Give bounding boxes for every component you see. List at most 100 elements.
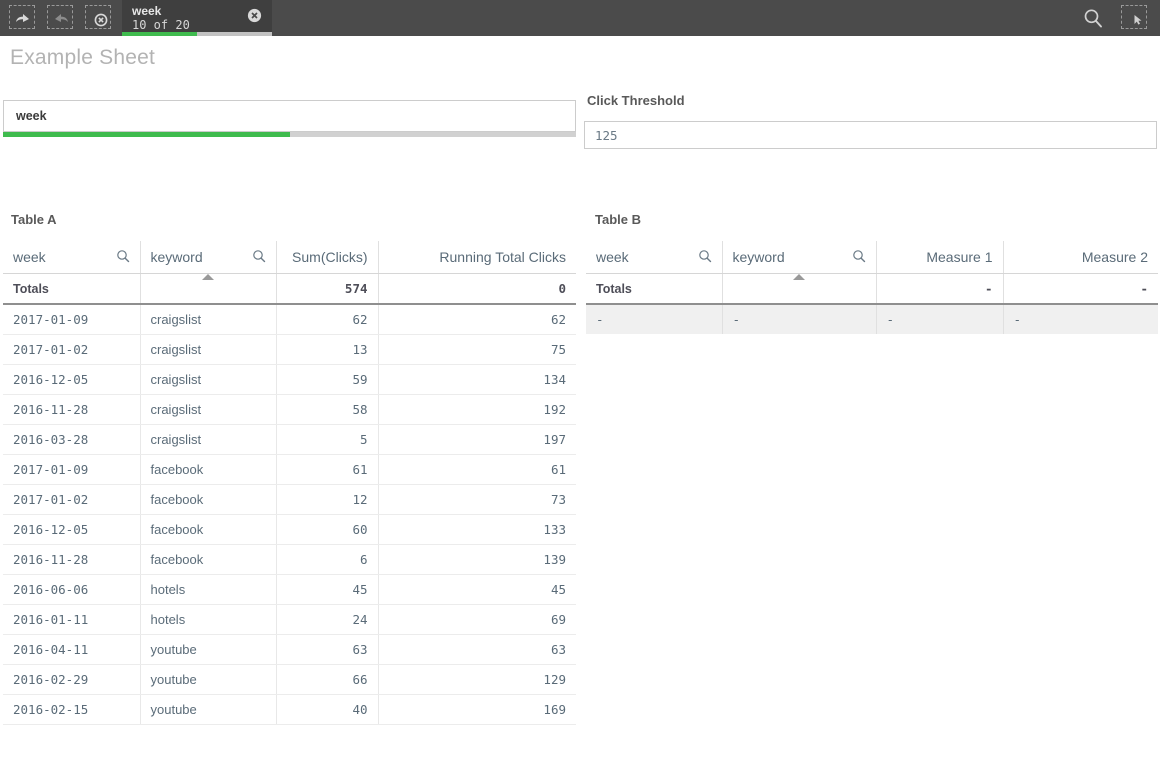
column-label: keyword	[150, 249, 203, 265]
column-header-keyword[interactable]: keyword	[722, 241, 877, 280]
table-row[interactable]: 2016-12-05 craigslist 59 134	[3, 364, 576, 395]
cell-week[interactable]: 2016-06-06	[3, 574, 141, 605]
smart-search-button[interactable]	[1076, 4, 1110, 32]
cell-keyword[interactable]: craigslist	[140, 304, 277, 335]
cell-measure-1: -	[876, 304, 1004, 334]
selections-tool-icon	[1134, 15, 1142, 25]
cell-sum-clicks: 12	[276, 484, 379, 515]
search-icon[interactable]	[116, 249, 130, 266]
cell-keyword[interactable]: youtube	[140, 634, 277, 665]
cell-keyword[interactable]: facebook	[140, 544, 277, 575]
filter-pane-week[interactable]: week	[3, 100, 576, 132]
toolbar-right-group	[1076, 0, 1160, 36]
search-icon[interactable]	[698, 249, 712, 266]
cell-keyword[interactable]: facebook	[140, 484, 277, 515]
cell-running-total: 197	[378, 424, 576, 455]
cell-sum-clicks: 60	[276, 514, 379, 545]
cell-measure-2: -	[1003, 304, 1158, 334]
sort-ascending-indicator	[202, 274, 214, 280]
clear-all-selections-button[interactable]	[82, 4, 116, 32]
table-a: week keyword Sum(Clicks) Running Total C…	[3, 241, 576, 725]
search-icon[interactable]	[852, 249, 866, 266]
column-label: Sum(Clicks)	[292, 249, 368, 265]
column-header-week[interactable]: week	[3, 241, 141, 274]
cell-running-total: 69	[378, 604, 576, 635]
cell-keyword[interactable]: craigslist	[140, 364, 277, 395]
cell-keyword[interactable]: youtube	[140, 694, 277, 725]
table-row[interactable]: 2016-03-28 craigslist 5 197	[3, 424, 576, 455]
column-header-running-total-clicks[interactable]: Running Total Clicks	[378, 241, 576, 274]
selection-progress-fill	[122, 32, 197, 36]
cell-sum-clicks: 59	[276, 364, 379, 395]
cell-week[interactable]: 2017-01-02	[3, 334, 141, 365]
cell-running-total: 139	[378, 544, 576, 575]
table-a-totals-row: Totals 574 0	[3, 273, 576, 305]
cell-keyword[interactable]: craigslist	[140, 394, 277, 425]
sort-ascending-indicator	[793, 274, 805, 280]
selection-tab-week[interactable]: week 10 of 20	[122, 0, 272, 36]
cell-keyword[interactable]: craigslist	[140, 334, 277, 365]
table-row[interactable]: 2016-02-29 youtube 66 129	[3, 664, 576, 695]
cell-week[interactable]: 2016-02-29	[3, 664, 141, 695]
table-row[interactable]: 2017-01-09 facebook 61 61	[3, 454, 576, 485]
search-icon	[1084, 9, 1102, 28]
cell-week[interactable]: 2016-11-28	[3, 394, 141, 425]
table-row[interactable]: 2016-11-28 craigslist 58 192	[3, 394, 576, 425]
cell-sum-clicks: 40	[276, 694, 379, 725]
cell-week[interactable]: 2016-04-11	[3, 634, 141, 665]
cell-running-total: 45	[378, 574, 576, 605]
cell-keyword[interactable]: craigslist	[140, 424, 277, 455]
cell-week[interactable]: 2016-11-28	[3, 544, 141, 575]
close-circle-icon	[247, 8, 262, 23]
cell-keyword[interactable]: facebook	[140, 514, 277, 545]
table-b-body: ----	[586, 304, 1158, 334]
table-row[interactable]: 2017-01-02 craigslist 13 75	[3, 334, 576, 365]
table-row[interactable]: 2016-12-05 facebook 60 133	[3, 514, 576, 545]
cell-week[interactable]: 2016-02-15	[3, 694, 141, 725]
cell-sum-clicks: 6	[276, 544, 379, 575]
cell-running-total: 75	[378, 334, 576, 365]
cell-sum-clicks: 13	[276, 334, 379, 365]
cell-sum-clicks: 61	[276, 454, 379, 485]
table-a-body: 2017-01-09 craigslist 62 62 2017-01-02 craigs…	[3, 304, 576, 725]
redo-button[interactable]	[44, 4, 78, 32]
cell-running-total: 62	[378, 304, 576, 335]
cell-week[interactable]: 2016-03-28	[3, 424, 141, 455]
selections-tool-button[interactable]	[1118, 4, 1152, 32]
cell-running-total: 169	[378, 694, 576, 725]
cell-week[interactable]: 2016-01-11	[3, 604, 141, 635]
cell-week[interactable]: 2017-01-09	[3, 304, 141, 335]
undo-button[interactable]	[6, 4, 40, 32]
totals-label: Totals	[586, 273, 723, 305]
column-header-measure-1[interactable]: Measure 1	[876, 241, 1004, 274]
table-row[interactable]: 2016-11-28 facebook 6 139	[3, 544, 576, 575]
filter-pane-label: week	[16, 109, 47, 123]
cell-keyword[interactable]: hotels	[140, 574, 277, 605]
cell-sum-clicks: 63	[276, 634, 379, 665]
cell-sum-clicks: 45	[276, 574, 379, 605]
cell-week[interactable]: 2016-12-05	[3, 364, 141, 395]
cell-keyword[interactable]: youtube	[140, 664, 277, 695]
selection-progress-track	[122, 32, 272, 36]
cell-running-total: 129	[378, 664, 576, 695]
cell-week[interactable]: 2017-01-09	[3, 454, 141, 485]
click-threshold-input[interactable]	[584, 121, 1157, 149]
column-header-keyword[interactable]: keyword	[140, 241, 277, 280]
column-header-week[interactable]: week	[586, 241, 723, 274]
column-header-sum-clicks[interactable]: Sum(Clicks)	[276, 241, 379, 274]
search-icon[interactable]	[252, 249, 266, 266]
table-row[interactable]: 2016-02-15 youtube 40 169	[3, 694, 576, 725]
column-header-measure-2[interactable]: Measure 2	[1003, 241, 1158, 274]
cell-week[interactable]: 2017-01-02	[3, 484, 141, 515]
cell-keyword[interactable]: hotels	[140, 604, 277, 635]
table-row[interactable]: ----	[586, 304, 1158, 334]
cell-running-total: 61	[378, 454, 576, 485]
cell-keyword[interactable]: facebook	[140, 454, 277, 485]
selection-clear-button[interactable]	[247, 8, 262, 28]
table-row[interactable]: 2016-04-11 youtube 63 63	[3, 634, 576, 665]
cell-week[interactable]: 2016-12-05	[3, 514, 141, 545]
table-row[interactable]: 2017-01-02 facebook 12 73	[3, 484, 576, 515]
table-row[interactable]: 2017-01-09 craigslist 62 62	[3, 304, 576, 335]
table-row[interactable]: 2016-06-06 hotels 45 45	[3, 574, 576, 605]
table-row[interactable]: 2016-01-11 hotels 24 69	[3, 604, 576, 635]
